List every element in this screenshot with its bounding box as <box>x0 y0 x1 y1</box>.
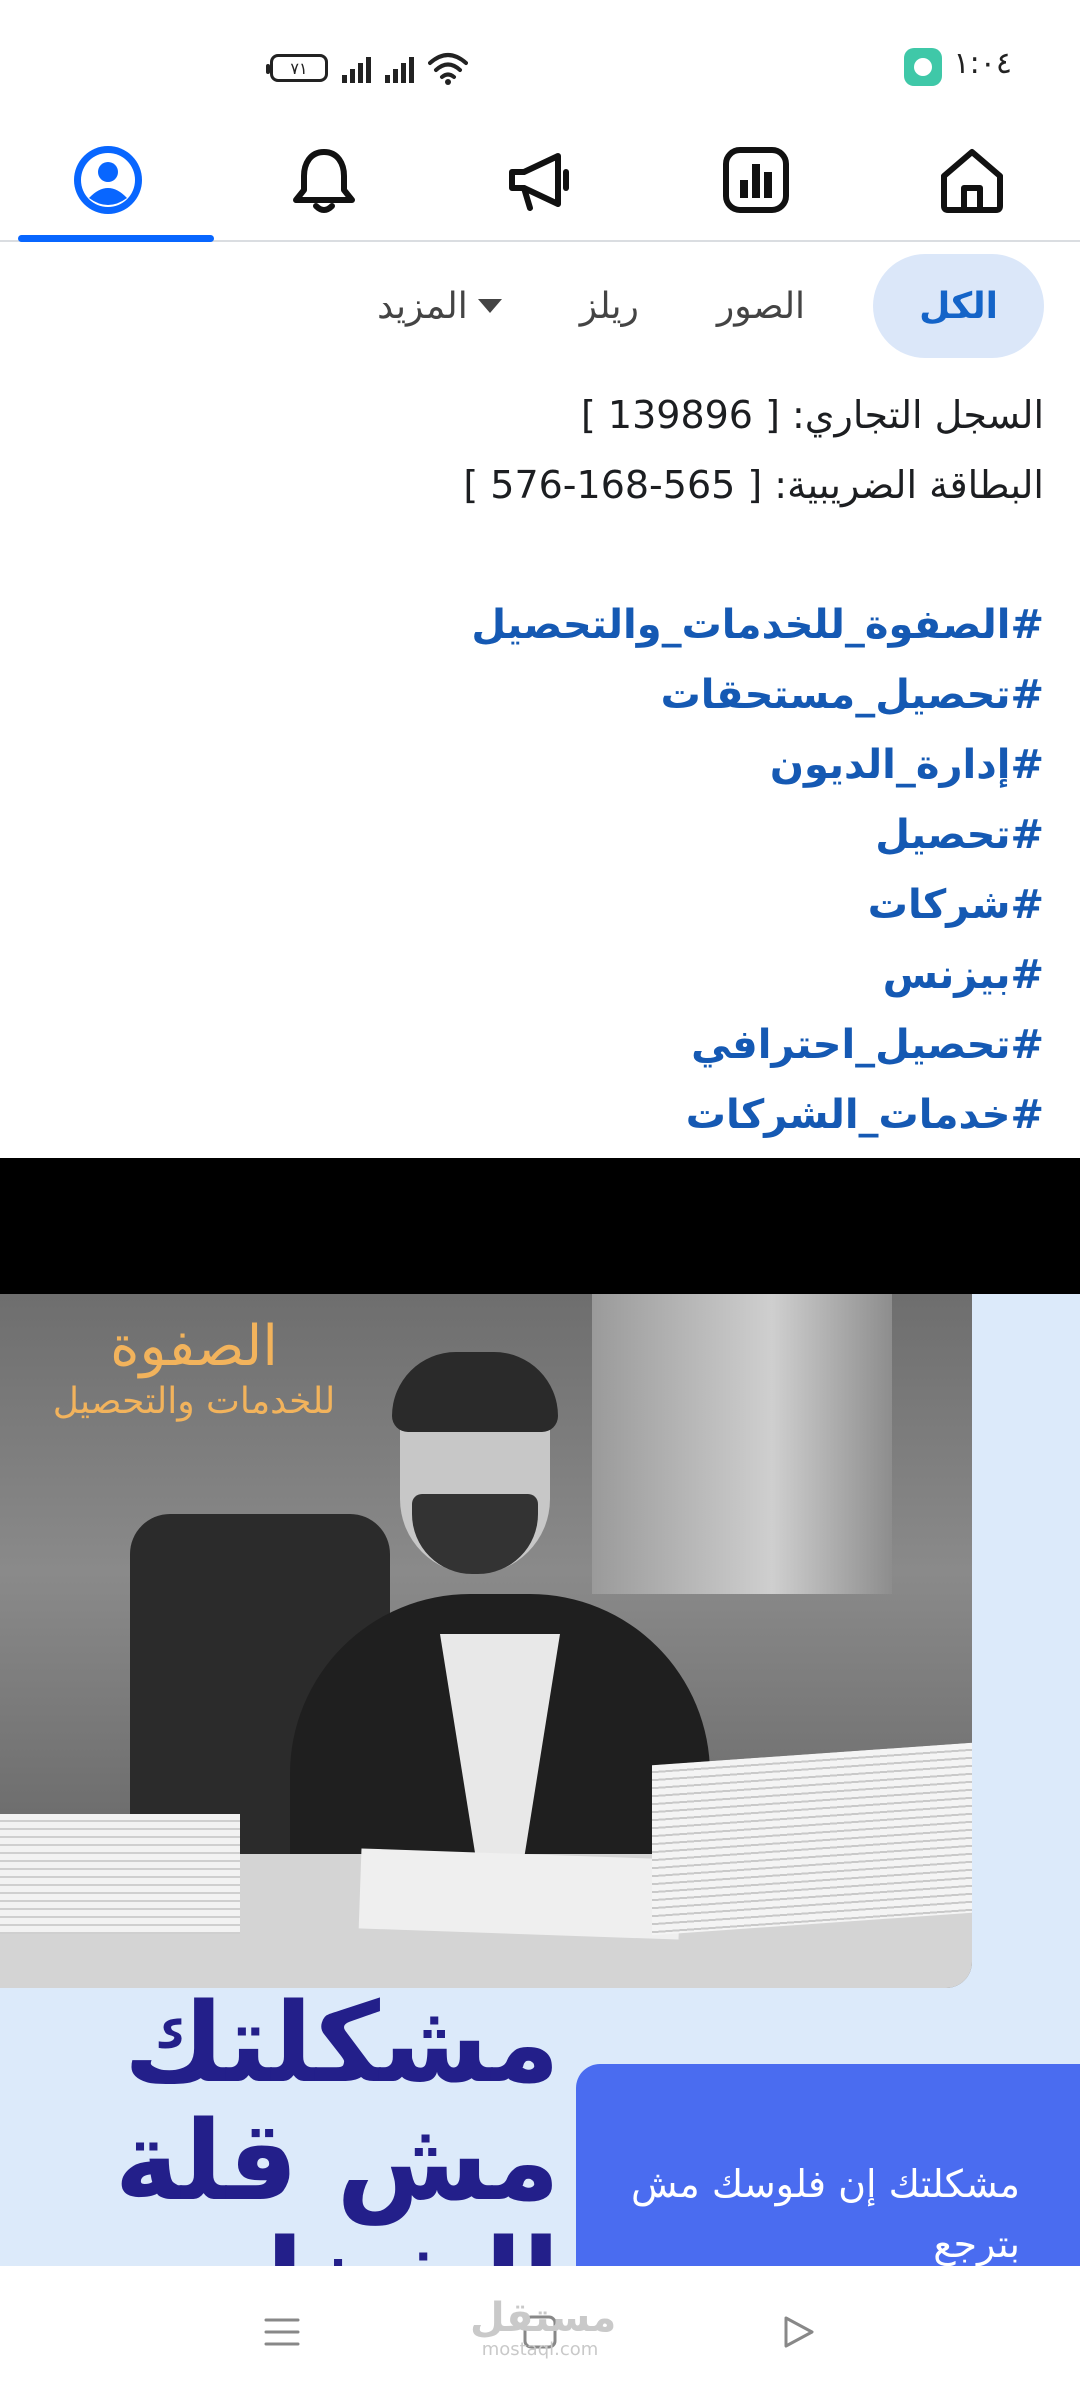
chart-icon <box>723 147 789 213</box>
battery-icon: ٧١ <box>266 54 328 82</box>
home-icon <box>941 149 1003 213</box>
watermark-text: مستقل <box>470 2295 617 2341</box>
filter-all[interactable]: الكل <box>873 254 1044 358</box>
signal-icon-2 <box>385 53 414 83</box>
app-notification-icon <box>904 48 942 86</box>
promo-text: مشكلتك إن فلوسك مش بترجع <box>630 2162 1020 2266</box>
filter-reels[interactable]: ريلز <box>570 254 649 358</box>
post-headline: مشكلتك مش قلة الشغل... <box>83 1979 560 2266</box>
tab-notifications[interactable] <box>224 120 424 240</box>
tab-profile[interactable] <box>8 120 214 242</box>
tab-ads[interactable] <box>440 120 640 240</box>
battery-level: ٧١ <box>290 58 308 78</box>
filter-more[interactable]: المزيد <box>367 254 512 358</box>
back-triangle-icon <box>784 2316 814 2348</box>
filter-photos[interactable]: الصور <box>707 254 815 358</box>
hashtag-link[interactable]: #خدمات_الشركات <box>44 1080 1044 1150</box>
bell-icon <box>293 149 355 213</box>
tab-home[interactable] <box>872 120 1072 240</box>
tax-card: البطاقة الضريبية: [ 565-168-576 ] <box>463 463 1044 507</box>
filter-more-label: المزيد <box>377 285 468 327</box>
hashtag-link[interactable]: #إدارة_الديون <box>44 730 1044 800</box>
hashtag-link[interactable]: #تحصيل_مستحقات <box>44 660 1044 730</box>
recent-apps-button[interactable] <box>252 2302 312 2362</box>
post-image[interactable]: الصفوة للخدمات والتحصيل مشكلتك مش قلة ال… <box>0 1294 1080 2266</box>
media-letterbox <box>0 1158 1080 1294</box>
status-indicators: ٧١ <box>266 50 468 86</box>
clock: ١:٠٤ <box>953 46 1012 81</box>
watermark-sub: mostaql.com <box>481 2339 599 2360</box>
brand-tagline: للخدمات والتحصيل <box>52 1381 336 1422</box>
profile-icon <box>74 146 142 214</box>
tab-dashboard[interactable] <box>656 120 856 240</box>
hashtag-link[interactable]: #شركات <box>44 870 1044 940</box>
filter-tabs: الكل الصور ريلز المزيد <box>367 252 1044 360</box>
back-button[interactable] <box>768 2302 828 2362</box>
watermark: مستقل mostaql.com <box>470 2296 616 2360</box>
wifi-icon <box>428 53 468 85</box>
post-text: السجل التجاري: [ 139896 ] البطاقة الضريب… <box>44 380 1044 1150</box>
promo-box: مشكلتك إن فلوسك مش بترجع <box>576 2064 1080 2266</box>
system-navigation-bar: مستقل mostaql.com <box>0 2266 1080 2400</box>
brand-name: الصفوة <box>110 1314 278 1379</box>
top-navigation <box>0 120 1080 242</box>
stressed-man-photo: الصفوة للخدمات والتحصيل <box>0 1294 972 1988</box>
megaphone-icon <box>509 153 569 211</box>
hashtag-link[interactable]: #بيزنس <box>44 940 1044 1010</box>
commercial-register: السجل التجاري: [ 139896 ] <box>581 393 1044 437</box>
hashtag-link[interactable]: #تحصيل_احترافي <box>44 1010 1044 1080</box>
status-bar: ٧١ ١:٠٤ <box>0 0 1080 120</box>
caret-down-icon <box>477 299 502 313</box>
hashtag-link[interactable]: #تحصيل <box>44 800 1044 870</box>
menu-icon <box>264 2318 300 2346</box>
brand-logo: الصفوة للخدمات والتحصيل <box>24 1314 364 1424</box>
hashtag-link[interactable]: #الصفوة_للخدمات_والتحصيل <box>44 590 1044 660</box>
active-tab-indicator <box>18 235 214 242</box>
signal-icon <box>342 53 371 83</box>
